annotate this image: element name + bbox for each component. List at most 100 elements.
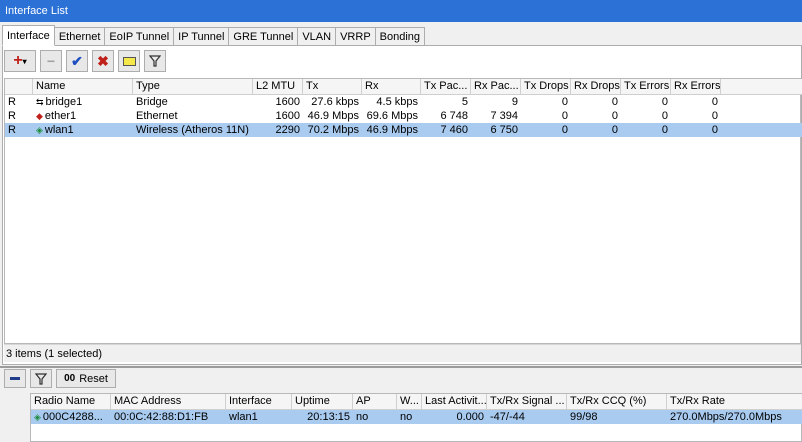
filter-icon	[149, 55, 161, 67]
row-flag: R	[8, 96, 16, 108]
row-flag: R	[8, 124, 16, 136]
row-rx-drops: 0	[611, 110, 618, 122]
col-rx-drops[interactable]: Rx Drops	[571, 79, 621, 94]
row-rx-errors: 0	[711, 96, 718, 108]
col-type[interactable]: Type	[133, 79, 253, 94]
table-row-selected[interactable]: R ◈ wlan1 Wireless (Atheros 11N) 2290 70.…	[5, 123, 802, 137]
registration-row[interactable]: ◈ 000C4288... 00:0C:42:88:D1:FB wlan1 20:…	[31, 410, 802, 424]
remove-registration-button[interactable]	[4, 369, 26, 388]
col-tx-drops[interactable]: Tx Drops	[521, 79, 571, 94]
reg-radio-name: ◈ 000C4288...	[34, 411, 103, 423]
window-title: Interface List	[0, 0, 802, 22]
toolbar: + ▾ − ✔ ✖	[4, 50, 166, 74]
col-uptime[interactable]: Uptime	[292, 394, 353, 409]
col-signal[interactable]: Tx/Rx Signal ...	[487, 394, 567, 409]
reset-icon: 00	[64, 373, 76, 384]
reg-interface: wlan1	[229, 411, 258, 423]
filter-icon	[35, 372, 47, 385]
reg-ccq: 99/98	[570, 411, 598, 423]
col-rate[interactable]: Tx/Rx Rate	[667, 394, 802, 409]
row-name: ◆ ether1	[36, 110, 77, 122]
row-rx-packets: 9	[511, 96, 518, 108]
reset-label: Reset	[79, 372, 108, 385]
tab-eoip-tunnel[interactable]: EoIP Tunnel	[105, 27, 175, 46]
col-tx-packets[interactable]: Tx Pac...	[421, 79, 471, 94]
reg-mac: 00:0C:42:88:D1:FB	[114, 411, 209, 423]
tab-interface[interactable]: Interface	[2, 25, 55, 46]
status-bar: 3 items (1 selected)	[4, 344, 801, 362]
tab-vlan[interactable]: VLAN	[298, 27, 337, 46]
col-radio-name[interactable]: Radio Name	[31, 394, 111, 409]
col-rx-packets[interactable]: Rx Pac...	[471, 79, 521, 94]
col-last-activity[interactable]: Last Activit...	[422, 394, 487, 409]
col-l2mtu[interactable]: L2 MTU	[253, 79, 303, 94]
col-flag	[5, 79, 33, 94]
col-interface[interactable]: Interface	[226, 394, 292, 409]
table-header: Name Type L2 MTU Tx Rx Tx Pac... Rx Pac.…	[5, 79, 802, 95]
row-name: ⇆ bridge1	[36, 96, 83, 108]
chevron-down-icon: ▾	[22, 56, 27, 66]
reg-signal: -47/-44	[490, 411, 525, 423]
row-flag: R	[8, 110, 16, 122]
row-tx-packets: 6 748	[440, 110, 468, 122]
check-icon: ✔	[71, 52, 83, 69]
row-rx-packets: 6 750	[490, 124, 518, 136]
row-l2mtu: 1600	[275, 110, 300, 122]
table-row[interactable]: R ⇆ bridge1 Bridge 1600 27.6 kbps 4.5 kbp…	[5, 95, 802, 109]
reg-w: no	[400, 411, 413, 423]
comment-icon	[122, 56, 136, 66]
row-tx: 46.9 Mbps	[307, 110, 359, 122]
col-w[interactable]: W...	[397, 394, 422, 409]
row-rx-packets: 7 394	[490, 110, 518, 122]
col-tx-errors[interactable]: Tx Errors	[621, 79, 671, 94]
tab-ethernet[interactable]: Ethernet	[54, 27, 106, 46]
row-rx-drops: 0	[611, 124, 618, 136]
comment-button[interactable]	[118, 50, 140, 72]
ethernet-icon: ◆	[36, 111, 43, 122]
row-rx-errors: 0	[711, 110, 718, 122]
row-l2mtu: 2290	[275, 124, 300, 136]
splitter[interactable]	[0, 366, 802, 368]
row-tx-errors: 0	[661, 124, 668, 136]
row-type: Bridge	[136, 96, 168, 108]
plus-icon: +	[13, 52, 23, 69]
row-l2mtu: 1600	[275, 96, 300, 108]
row-tx-drops: 0	[561, 96, 568, 108]
row-tx-errors: 0	[661, 96, 668, 108]
tab-gre-tunnel[interactable]: GRE Tunnel	[229, 27, 299, 46]
reset-button[interactable]: 00 Reset	[56, 369, 116, 388]
tab-bar: Interface Ethernet EoIP Tunnel IP Tunnel…	[2, 25, 426, 46]
col-rx[interactable]: Rx	[362, 79, 421, 94]
reg-ap: no	[356, 411, 369, 423]
wireless-icon: ◈	[34, 412, 41, 423]
row-tx-packets: 5	[461, 96, 468, 108]
minus-icon	[10, 377, 20, 380]
col-mac-address[interactable]: MAC Address	[111, 394, 226, 409]
row-tx-drops: 0	[561, 124, 568, 136]
filter-button[interactable]	[30, 369, 52, 388]
row-type: Wireless (Atheros 11N)	[136, 124, 249, 136]
tab-vrrp[interactable]: VRRP	[336, 27, 376, 46]
filter-button[interactable]	[144, 50, 166, 72]
table-row[interactable]: R ◆ ether1 Ethernet 1600 46.9 Mbps 69.6 M…	[5, 109, 802, 123]
row-rx: 46.9 Mbps	[366, 124, 418, 136]
col-tx[interactable]: Tx	[303, 79, 362, 94]
row-rx: 69.6 Mbps	[366, 110, 418, 122]
row-rx-drops: 0	[611, 96, 618, 108]
col-name[interactable]: Name	[33, 79, 133, 94]
reg-last-activity: 0.000	[456, 411, 484, 423]
col-ccq[interactable]: Tx/Rx CCQ (%)	[567, 394, 667, 409]
enable-button[interactable]: ✔	[66, 50, 88, 72]
remove-button[interactable]: −	[40, 50, 62, 72]
col-ap[interactable]: AP	[353, 394, 397, 409]
tab-ip-tunnel[interactable]: IP Tunnel	[174, 27, 230, 46]
minus-icon: −	[46, 53, 56, 69]
row-type: Ethernet	[136, 110, 178, 122]
x-icon: ✖	[97, 52, 109, 69]
add-button[interactable]: + ▾	[4, 50, 36, 72]
col-rx-errors[interactable]: Rx Errors	[671, 79, 721, 94]
row-rx-errors: 0	[711, 124, 718, 136]
row-tx: 27.6 kbps	[311, 96, 359, 108]
tab-bonding[interactable]: Bonding	[375, 27, 426, 46]
disable-button[interactable]: ✖	[92, 50, 114, 72]
